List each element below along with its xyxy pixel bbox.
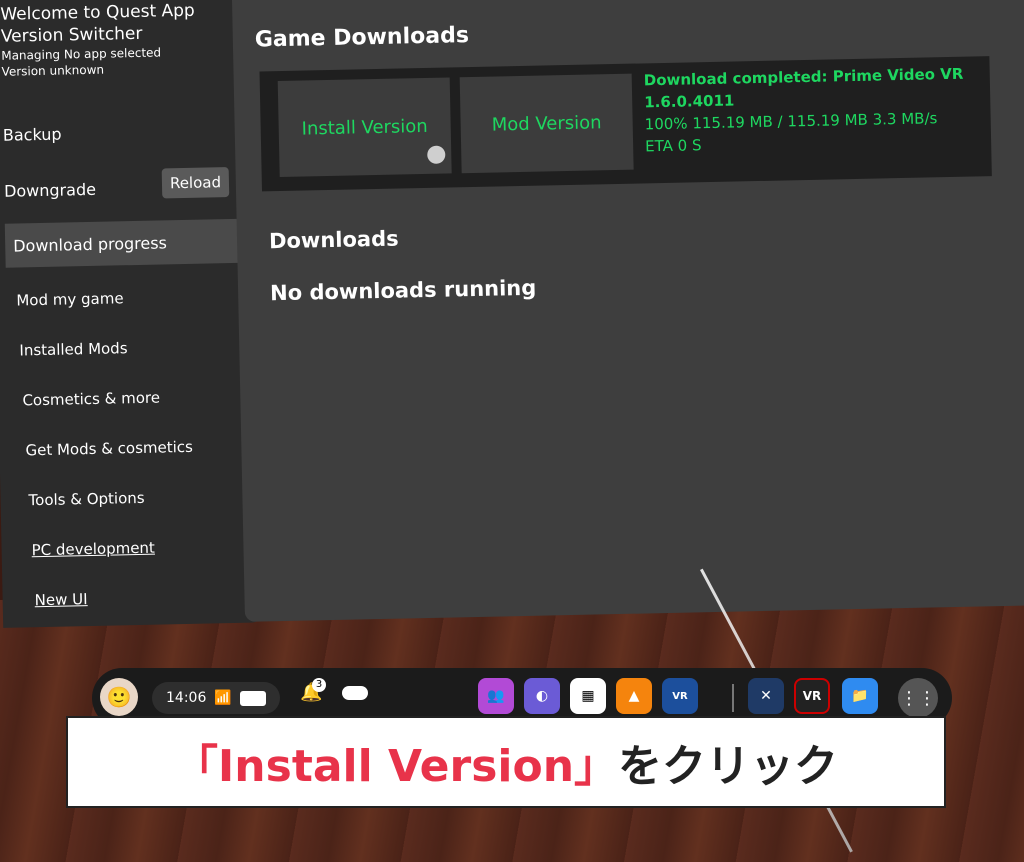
- page-title: Game Downloads: [254, 23, 470, 53]
- people-icon[interactable]: 👥: [478, 678, 514, 714]
- install-version-button[interactable]: Install Version: [277, 77, 452, 178]
- download-card: Install Version Mod Version Download com…: [259, 56, 992, 192]
- wifi-icon: 📶: [214, 690, 232, 706]
- avatar[interactable]: 🙂: [100, 678, 138, 716]
- vlc-icon[interactable]: ▲: [616, 678, 652, 714]
- nav-download-progress[interactable]: Download progress: [4, 218, 256, 268]
- backup-button[interactable]: Backup: [3, 125, 62, 145]
- nav-new-ui[interactable]: New UI: [34, 590, 87, 609]
- nav-cosmetics[interactable]: Cosmetics & more: [22, 389, 160, 410]
- app-grid-icon[interactable]: ⋮⋮: [898, 678, 938, 718]
- notification-badge: 3: [312, 678, 326, 692]
- mod-version-button[interactable]: Mod Version: [459, 73, 634, 174]
- download-status: Download completed: Prime Video VR 1.6.0…: [644, 63, 965, 158]
- main-panel: Game Downloads Install Version Mod Versi…: [232, 0, 1024, 622]
- x-app-icon[interactable]: ✕: [748, 678, 784, 714]
- no-downloads-text: No downloads running: [269, 275, 537, 306]
- sidebar-header: Welcome to Quest App Version Switcher Ma…: [0, 0, 196, 80]
- nav-get-mods[interactable]: Get Mods & cosmetics: [25, 438, 193, 460]
- version-text: Version unknown: [1, 62, 105, 79]
- pointer-cursor-icon: [427, 145, 446, 164]
- files-icon[interactable]: 📁: [842, 678, 878, 714]
- nav-mod-my-game[interactable]: Mod my game: [16, 289, 124, 309]
- vr-video-icon[interactable]: VR: [662, 678, 698, 714]
- nav-download-progress-label: Download progress: [13, 232, 168, 256]
- mobile-vr-station-icon[interactable]: VR: [794, 678, 830, 714]
- reload-button[interactable]: Reload: [161, 167, 230, 199]
- puzzle-icon[interactable]: ▦: [570, 678, 606, 714]
- app-title: Welcome to Quest App: [0, 0, 195, 25]
- caption-highlight: 「Install Version」: [173, 741, 619, 792]
- nav-installed-mods[interactable]: Installed Mods: [19, 339, 127, 359]
- battery-icon: [239, 690, 266, 706]
- caption-rest: をクリック: [618, 741, 839, 792]
- instruction-caption: 「Install Version」 をクリック: [66, 716, 946, 808]
- install-version-label: Install Version: [301, 115, 428, 140]
- nav-tools-options[interactable]: Tools & Options: [28, 489, 144, 509]
- mod-version-label: Mod Version: [491, 111, 602, 136]
- nav-pc-development[interactable]: PC development: [31, 539, 155, 560]
- downloads-heading: Downloads: [268, 226, 399, 254]
- status-pill[interactable]: 14:06 📶: [152, 682, 280, 714]
- downgrade-button[interactable]: Downgrade: [4, 180, 96, 201]
- explore-icon[interactable]: ◐: [524, 678, 560, 714]
- sidebar: Welcome to Quest App Version Switcher Ma…: [0, 0, 266, 628]
- taskbar-separator: [732, 684, 734, 712]
- vr-headset-icon[interactable]: [342, 686, 368, 700]
- clock-time: 14:06: [166, 690, 207, 706]
